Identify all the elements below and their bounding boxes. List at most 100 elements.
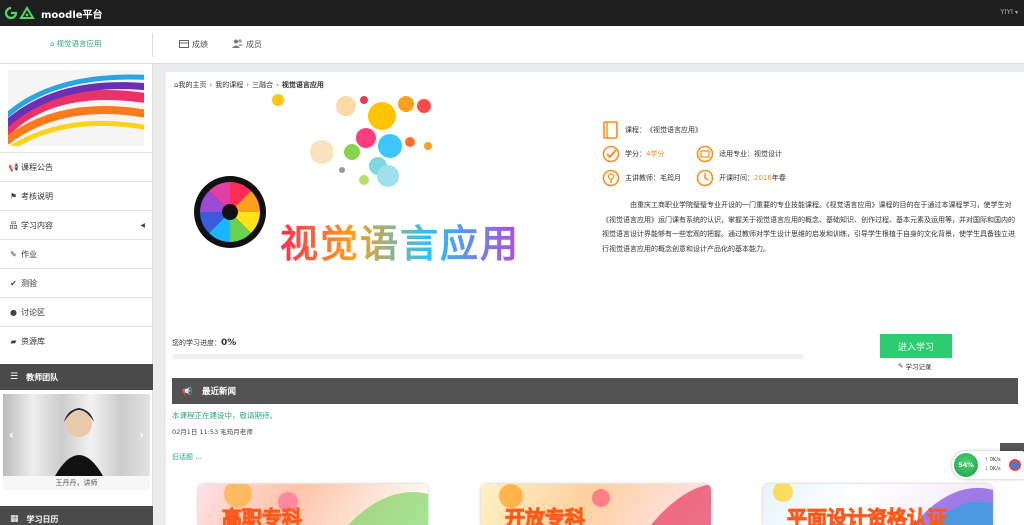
menu-item-label: 资源库: [21, 336, 45, 346]
speed-badge-icon: [1009, 459, 1021, 471]
course-subnav: ⌂ 视觉语言应用 成绩 成员: [0, 26, 1024, 64]
caret-left-icon: ◀: [140, 221, 145, 229]
book-icon: [603, 121, 618, 139]
menu-item-quiz[interactable]: ✔ 测验: [0, 268, 153, 297]
course-banner: 视觉语言应用: [166, 94, 586, 334]
bullhorn-icon: 📢: [182, 386, 192, 396]
card-label: 开放专科: [505, 506, 586, 525]
card-label: 高职专科: [222, 506, 303, 525]
enter-study-button[interactable]: 进入学习: [880, 334, 952, 358]
caret-down-icon: ▾: [1014, 8, 1018, 16]
study-record-label: 学习记录: [905, 363, 932, 371]
user-menu[interactable]: YIYI ▾: [1000, 8, 1018, 16]
bullhorn-icon: 📢: [8, 162, 19, 172]
program-cards: 高职专科 开放专科 平面设计资格认证: [198, 484, 1018, 525]
download-speed: 0K/s: [989, 466, 1001, 472]
menu-item-assignments[interactable]: ✎ 作业: [0, 239, 153, 268]
progress-label: 您的学习进度：0%: [172, 338, 236, 348]
arrow-up-icon: ↑: [984, 457, 989, 463]
start-season: 年春: [771, 174, 786, 182]
teacher-team-title: 教师团队: [26, 372, 59, 382]
main-content: ⌂ 我的主页 › 我的课程 › 三融合 › 视觉语言应用 视觉语言应用 课程： …: [166, 72, 1024, 525]
clock-icon: [696, 169, 714, 187]
speed-percent: 54%: [954, 453, 978, 477]
news-title-label: 最近新闻: [201, 387, 236, 397]
info-row-course: 课程： 《视觉语言应用》: [602, 118, 1022, 142]
news-item-meta: 02月1日 11:53 毛筠月老师: [172, 428, 253, 436]
progress-text: 您的学习进度：: [172, 339, 221, 347]
course-link-label: 视觉语言应用: [56, 39, 102, 48]
left-sidebar: 📢 课程公告 ⚑ 考核说明 品 学习内容 ◀ ✎ 作业 ✔ 测验 ● 讨论区 ▰…: [0, 64, 153, 525]
tab-members[interactable]: 成员: [232, 39, 262, 50]
menu-item-resources[interactable]: ▰ 资源库: [0, 326, 153, 355]
progress-bar: [172, 354, 804, 359]
calendar-header: ▦ 学习日历: [0, 506, 153, 525]
course-home-link[interactable]: ⌂ 视觉语言应用: [50, 38, 101, 49]
card-label: 平面设计资格认证: [787, 506, 948, 525]
teacher-team-header: ☰ 教师团队: [0, 364, 153, 390]
top-navbar: moodle平台 YIYI ▾: [0, 0, 1024, 26]
course-thumbnail[interactable]: [8, 70, 144, 146]
tab-members-label: 成员: [246, 40, 262, 49]
menu-item-assessment[interactable]: ⚑ 考核说明: [0, 181, 153, 210]
folder-open-icon: ▰: [10, 336, 17, 346]
grid-icon: ▦: [10, 514, 19, 524]
sitemap-icon: 品: [9, 220, 18, 230]
course-label: 课程：: [625, 126, 646, 134]
brand[interactable]: moodle平台: [4, 5, 103, 21]
tab-grades[interactable]: 成绩: [179, 39, 208, 50]
network-speed-widget[interactable]: 54% ↑ 0K/s ↓ 0K/s: [952, 451, 1024, 479]
progress-value: 0%: [221, 338, 237, 348]
users-icon: [232, 39, 243, 50]
teacher-name: 王丹丹，讲师: [3, 476, 150, 490]
credit-value: 4学分: [646, 150, 665, 158]
card-program[interactable]: 平面设计资格认证: [763, 484, 993, 525]
breadcrumb-item[interactable]: 我的课程: [215, 80, 243, 90]
edit-icon: ✎: [10, 249, 17, 259]
menu-item-content[interactable]: 品 学习内容 ◀: [0, 210, 153, 239]
teacher-carousel[interactable]: ‹ ›: [3, 394, 150, 476]
info-row-credit: 学分： 4学分 适用专业： 视觉设计: [602, 142, 1022, 166]
major-value: 视觉设计: [754, 150, 782, 158]
speed-readout: ↑ 0K/s ↓ 0K/s: [984, 456, 1001, 474]
course-menu: 📢 课程公告 ⚑ 考核说明 品 学习内容 ◀ ✎ 作业 ✔ 测验 ● 讨论区 ▰…: [0, 152, 153, 355]
logo-icon: [4, 6, 38, 20]
breadcrumb-item[interactable]: 三融合: [252, 80, 273, 90]
menu-item-label: 讨论区: [21, 307, 45, 317]
bars-icon: ☰: [10, 372, 19, 382]
old-topics-link[interactable]: 旧话题 ...: [172, 452, 202, 462]
subnav-divider: [152, 33, 153, 57]
breadcrumb-item[interactable]: 我的主页: [178, 80, 206, 90]
brand-name: moodle平台: [41, 9, 103, 21]
course-description: 由重庆工商职业学院璧璧专业开设的一门重要的专业技能课程。《视觉语言应用》课程的目…: [602, 201, 1015, 253]
upload-speed: 0K/s: [989, 457, 1001, 463]
home-icon: ⌂: [50, 39, 55, 48]
start-label: 开课时间：: [719, 174, 754, 182]
menu-item-label: 学习内容: [21, 220, 53, 230]
study-record-link[interactable]: ✎ 学习记录: [898, 361, 931, 371]
carousel-next-icon[interactable]: ›: [139, 428, 144, 442]
breadcrumb-separator: ›: [246, 81, 250, 89]
news-item-link[interactable]: 本课程正在建设中，敬请期待。: [172, 410, 277, 421]
grades-icon: [179, 39, 189, 50]
teacher-value: 毛筠月: [660, 174, 681, 182]
breadcrumb-separator: ›: [276, 81, 279, 89]
user-name: YIYI: [1000, 8, 1013, 16]
menu-item-announcements[interactable]: 📢 课程公告: [0, 152, 153, 181]
tab-grades-label: 成绩: [192, 40, 208, 49]
course-value: 《视觉语言应用》: [646, 126, 702, 134]
teacher-label: 主讲教师：: [625, 174, 660, 182]
credit-label: 学分：: [625, 150, 646, 158]
carousel-prev-icon[interactable]: ‹: [9, 428, 14, 442]
menu-item-label: 课程公告: [21, 162, 53, 172]
calendar-title: 学习日历: [26, 514, 59, 524]
menu-item-label: 作业: [21, 249, 37, 259]
card-program[interactable]: 高职专科: [198, 484, 428, 525]
breadcrumb: ⌂ 我的主页 › 我的课程 › 三融合 › 视觉语言应用: [174, 80, 324, 90]
menu-item-forum[interactable]: ● 讨论区: [0, 297, 153, 326]
major-label: 适用专业：: [719, 150, 754, 158]
menu-item-label: 考核说明: [21, 191, 53, 201]
card-program[interactable]: 开放专科: [481, 484, 711, 525]
course-info: 课程： 《视觉语言应用》 学分： 4学分 适用专业： 视觉设计 主讲教师： 毛筠…: [602, 118, 1022, 256]
menu-item-label: 测验: [21, 278, 37, 288]
